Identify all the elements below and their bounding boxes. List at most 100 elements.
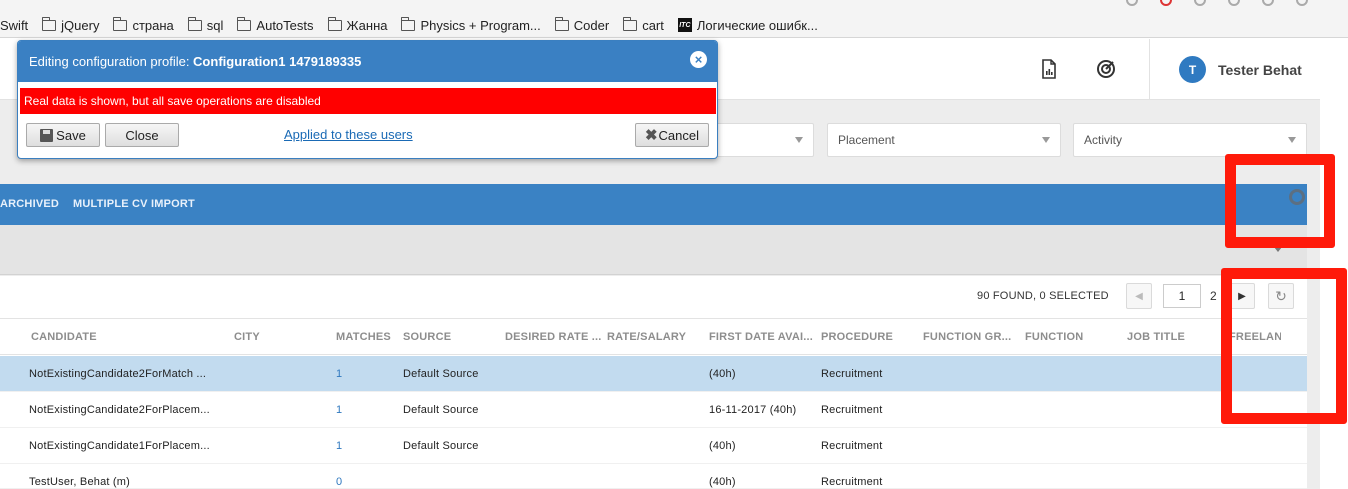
cancel-button[interactable]: ✖ Cancel — [635, 123, 709, 147]
cell-candidate[interactable]: TestUser, Behat (m) — [29, 476, 130, 488]
column-first-date[interactable]: FIRST DATE AVAI... — [709, 331, 813, 343]
bookmark-cart[interactable]: cart — [623, 16, 664, 33]
cell-first-date: 16-11-2017 (40h) — [709, 404, 797, 416]
column-matches[interactable]: MATCHES — [336, 331, 391, 343]
bookmark-label: Coder — [573, 17, 610, 33]
folder-icon — [237, 16, 252, 31]
cell-matches[interactable]: 1 — [336, 440, 342, 452]
results-count: 90 FOUND, 0 SELECTED — [977, 290, 1109, 302]
folder-icon — [113, 16, 128, 31]
opera-icon[interactable] — [1160, 0, 1172, 6]
bookmark-label: sql — [206, 17, 224, 33]
table-row[interactable]: NotExistingCandidate2ForPlacem... 1 Defa… — [0, 392, 1307, 428]
cell-candidate[interactable]: NotExistingCandidate2ForPlacem... — [29, 404, 210, 416]
cell-matches[interactable]: 1 — [336, 404, 342, 416]
activity-dropdown[interactable]: Activity — [1073, 123, 1307, 157]
folder-icon — [327, 16, 342, 31]
tab-multiple-cv-import[interactable]: MULTIPLE CV IMPORT — [73, 198, 195, 210]
folder-icon — [554, 16, 569, 31]
bookmark-list: Swift jQuery страна sql AutoTests Жанна … — [0, 16, 832, 34]
chevron-down-icon — [1042, 137, 1050, 143]
bookmark-label: AutoTests — [256, 17, 314, 33]
bookmark-physics[interactable]: Physics + Program... — [401, 16, 541, 33]
user-menu[interactable]: T Tester Behat — [1149, 39, 1320, 100]
config-profile-dialog: Editing configuration profile: Configura… — [17, 40, 718, 159]
bookmark-label: страна — [132, 17, 174, 33]
table-row[interactable]: NotExistingCandidate1ForPlacem... 1 Defa… — [0, 428, 1307, 464]
bookmark-zhanna[interactable]: Жанна — [327, 16, 388, 33]
table-row[interactable]: NotExistingCandidate2ForMatch ... 1 Defa… — [0, 356, 1307, 392]
column-job-title[interactable]: JOB TITLE — [1127, 331, 1185, 343]
bookmark-logic-errors[interactable]: ITC Логические ошибк... — [677, 17, 818, 33]
folder-icon — [187, 16, 202, 31]
annotation-box — [1225, 154, 1335, 248]
cell-matches[interactable]: 0 — [336, 476, 342, 488]
column-city[interactable]: CITY — [234, 331, 260, 343]
save-button[interactable]: Save — [26, 123, 100, 147]
prev-page-button[interactable]: ◀ — [1126, 283, 1152, 309]
bookmark-swift[interactable]: Swift — [0, 18, 28, 33]
screenshot: Swift jQuery страна sql AutoTests Жанна … — [0, 0, 1348, 489]
bookmark-sql[interactable]: sql — [187, 16, 224, 33]
x-icon: ✖ — [644, 126, 658, 144]
close-button[interactable]: Close — [105, 123, 179, 147]
extension-icon[interactable] — [1228, 0, 1240, 6]
applied-users-link[interactable]: Applied to these users — [284, 127, 413, 142]
column-rate-salary[interactable]: RATE/SALARY — [607, 331, 686, 343]
bookmark-autotests[interactable]: AutoTests — [237, 16, 314, 33]
column-function[interactable]: FUNCTION — [1025, 331, 1083, 343]
report-icon[interactable] — [1039, 59, 1059, 79]
tab-archived[interactable]: ARCHIVED — [0, 198, 59, 210]
dialog-title: Editing configuration profile: Configura… — [18, 41, 717, 82]
itc-icon: ITC — [677, 18, 692, 32]
extension-icon[interactable] — [1194, 0, 1206, 6]
chevron-down-icon — [1288, 137, 1296, 143]
bookmark-label: jQuery — [61, 17, 100, 33]
user-name: Tester Behat — [1218, 61, 1302, 78]
extension-icon[interactable] — [1126, 0, 1138, 6]
extension-icon[interactable] — [1262, 0, 1274, 6]
next-page-number[interactable]: 2 — [1210, 289, 1217, 303]
bookmark-coder[interactable]: Coder — [554, 16, 610, 33]
dialog-title-prefix: Editing configuration profile: — [29, 54, 194, 69]
bookmark-label: Physics + Program... — [420, 17, 541, 33]
cell-first-date: (40h) — [709, 476, 736, 488]
page-number-input[interactable]: 1 — [1163, 284, 1201, 308]
activity-label: Activity — [1084, 133, 1123, 147]
cell-source: Default Source — [403, 404, 479, 416]
bookmark-country[interactable]: страна — [113, 16, 174, 33]
bookmark-label: Логические ошибк... — [696, 17, 818, 33]
bookmark-jquery[interactable]: jQuery — [42, 16, 100, 33]
annotation-box — [1221, 268, 1347, 424]
cell-source: Default Source — [403, 368, 479, 380]
column-source[interactable]: SOURCE — [403, 331, 451, 343]
cell-procedure: Recruitment — [821, 404, 883, 416]
folder-icon — [401, 16, 416, 31]
table-row[interactable]: TestUser, Behat (m) 0 (40h) Recruitment — [0, 464, 1307, 489]
cell-first-date: (40h) — [709, 368, 736, 380]
extension-icon[interactable] — [1296, 0, 1308, 6]
cell-candidate[interactable]: NotExistingCandidate1ForPlacem... — [29, 440, 210, 452]
warning-banner: Real data is shown, but all save operati… — [20, 88, 716, 114]
chevron-down-icon — [795, 137, 803, 143]
column-function-group[interactable]: FUNCTION GR... — [923, 331, 1011, 343]
table-header: CANDIDATE CITY MATCHES SOURCE DESIRED RA… — [0, 318, 1307, 355]
cell-source: Default Source — [403, 440, 479, 452]
avatar: T — [1179, 56, 1206, 83]
folder-icon — [623, 16, 638, 31]
save-label: Save — [56, 127, 86, 143]
bookmarks-bar: Swift jQuery страна sql AutoTests Жанна … — [0, 0, 1348, 38]
close-icon[interactable]: × — [690, 51, 707, 68]
column-procedure[interactable]: PROCEDURE — [821, 331, 893, 343]
column-desired-rate[interactable]: DESIRED RATE ... — [505, 331, 602, 343]
placement-dropdown[interactable]: Placement — [827, 123, 1061, 157]
bookmark-label: cart — [642, 17, 664, 33]
filter-bar — [0, 225, 1307, 275]
target-icon[interactable] — [1096, 59, 1116, 79]
column-candidate[interactable]: CANDIDATE — [31, 331, 97, 343]
floppy-disk-icon — [40, 128, 54, 142]
bookmark-label: Жанна — [346, 17, 388, 33]
dialog-profile-name: Configuration1 1479189335 — [193, 54, 362, 69]
cell-candidate[interactable]: NotExistingCandidate2ForMatch ... — [29, 368, 206, 380]
cell-matches[interactable]: 1 — [336, 368, 342, 380]
